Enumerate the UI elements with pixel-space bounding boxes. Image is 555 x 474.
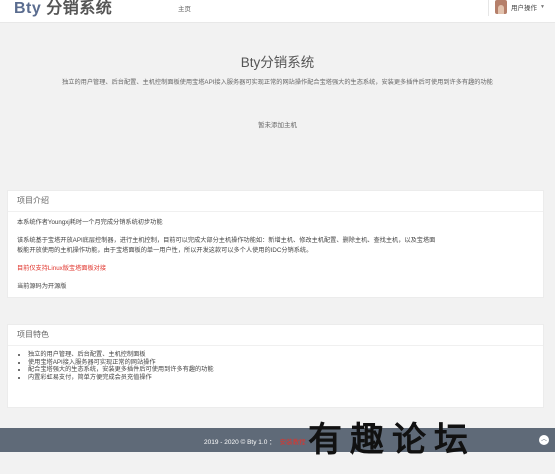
feature-item: 内置彩虹易支付，简单方便完成会员充值操作 <box>28 374 534 382</box>
empty-hosts-text: 暂未添加主机 <box>258 122 297 129</box>
intro-card-title: 项目介绍 <box>8 191 543 212</box>
intro-line-features-1: 该系统基于宝塔开放API底层控制器，进行主机控制，目前可以完成大部分主机操作功能… <box>17 237 436 244</box>
intro-status: 当前源码为开源版 <box>17 283 67 290</box>
features-card: 项目特色 独立的用户管理、后台配置、主机控制面板 使用宝塔API接入服务器可实现… <box>7 324 544 408</box>
hero-section: Bty分销系统 独立的用户管理、后台配置、主机控制面板使用宝塔API接入服务器可… <box>0 44 555 86</box>
intro-warning: 目前仅支持Linux版宝塔面板对接 <box>17 265 107 272</box>
footer-text: 2019 - 2020 © Bty 1.0 ： 安装教程 <box>204 436 306 446</box>
brand-latin: Bty <box>14 0 42 17</box>
feature-item: 配合宝塔强大的生态系统，安装更多插件后可使用到许多有趣的功能 <box>28 366 534 374</box>
footer-copyright: 2019 - 2020 © Bty 1.0 ： <box>204 439 276 446</box>
intro-line-features-2: 板能开放使用的主机操作功能，由于宝塔面板的单一用户性，所以开发这款可以多个人使用… <box>17 247 313 254</box>
brand-cn: 分销系统 <box>46 0 113 17</box>
footer-install-link[interactable]: 安装教程 <box>280 439 306 446</box>
user-menu-toggle[interactable]: 用户操作 ▼ <box>488 0 545 16</box>
user-menu-label: 用户操作 <box>511 5 538 12</box>
features-card-body: 独立的用户管理、后台配置、主机控制面板 使用宝塔API接入服务器可实现正常的网站… <box>8 346 543 386</box>
intro-card: 项目介绍 本系统作者Youngxj耗时一个月完成分销系统初步功能 该系统基于宝塔… <box>7 190 544 298</box>
avatar <box>495 0 508 14</box>
feature-item: 使用宝塔API接入服务器可实现正常的网站操作 <box>28 359 534 367</box>
features-list: 独立的用户管理、后台配置、主机控制面板 使用宝塔API接入服务器可实现正常的网站… <box>17 351 534 381</box>
watermark: 有趣论坛 <box>308 420 476 460</box>
top-navbar: Bty 分销系统 主页 用户操作 ▼ <box>0 0 555 23</box>
brand-logo[interactable]: Bty 分销系统 <box>14 0 112 18</box>
caret-down-icon: ▼ <box>540 4 545 10</box>
chevron-up-icon[interactable]: ︿ <box>539 435 549 445</box>
nav-home-link[interactable]: 主页 <box>178 3 191 13</box>
intro-line-author: 本系统作者Youngxj耗时一个月完成分销系统初步功能 <box>17 219 163 226</box>
hero-description: 独立的用户管理、后台配置、主机控制面板使用宝塔API接入服务器可实现正常的网站操… <box>62 79 493 86</box>
intro-card-body: 本系统作者Youngxj耗时一个月完成分销系统初步功能 该系统基于宝塔开放API… <box>8 212 543 297</box>
page-title: Bty分销系统 <box>240 55 315 70</box>
feature-item: 独立的用户管理、后台配置、主机控制面板 <box>28 351 534 359</box>
features-card-title: 项目特色 <box>8 325 543 346</box>
